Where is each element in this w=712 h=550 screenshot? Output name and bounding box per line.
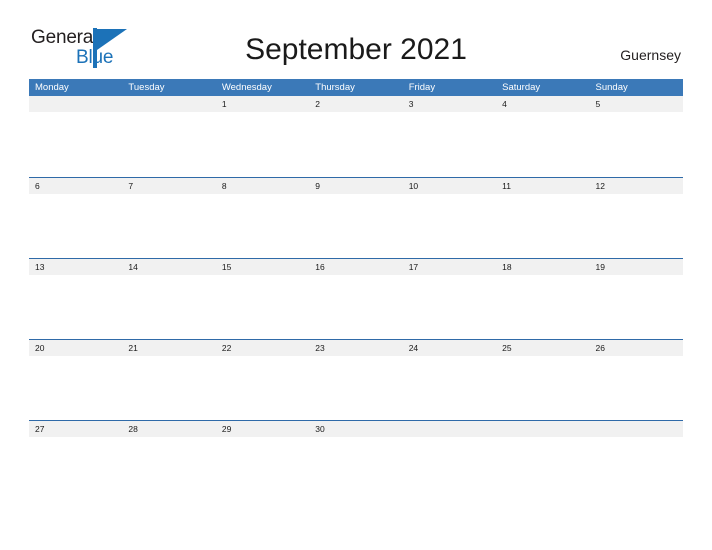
day-cell[interactable]: 4	[496, 96, 589, 112]
day-cell[interactable]: 29	[216, 421, 309, 437]
week-notes-area[interactable]	[29, 275, 683, 339]
week-notes-area[interactable]	[29, 437, 683, 501]
day-cell[interactable]: 30	[309, 421, 402, 437]
day-cell[interactable]: 5	[590, 96, 683, 112]
day-cell[interactable]: 12	[590, 178, 683, 194]
week-notes-area[interactable]	[29, 194, 683, 258]
day-cell[interactable]: 16	[309, 259, 402, 275]
day-cell[interactable]: 6	[29, 178, 122, 194]
day-cell[interactable]: 25	[496, 340, 589, 356]
calendar-grid: Monday Tuesday Wednesday Thursday Friday…	[29, 79, 683, 501]
date-strip: 27 28 29 30	[29, 420, 683, 437]
week-row: 27 28 29 30	[29, 420, 683, 501]
day-cell[interactable]: 13	[29, 259, 122, 275]
day-cell[interactable]: 19	[590, 259, 683, 275]
day-cell[interactable]: 24	[403, 340, 496, 356]
week-notes-area[interactable]	[29, 356, 683, 420]
day-cell[interactable]: 15	[216, 259, 309, 275]
date-strip: 6 7 8 9 10 11 12	[29, 177, 683, 194]
day-cell[interactable]	[403, 421, 496, 437]
day-cell[interactable]	[122, 96, 215, 112]
day-cell[interactable]: 27	[29, 421, 122, 437]
week-row: 1 2 3 4 5	[29, 96, 683, 177]
day-cell[interactable]: 17	[403, 259, 496, 275]
week-row: 20 21 22 23 24 25 26	[29, 339, 683, 420]
day-cell[interactable]	[496, 421, 589, 437]
day-cell[interactable]: 23	[309, 340, 402, 356]
day-cell[interactable]: 28	[122, 421, 215, 437]
day-cell[interactable]: 20	[29, 340, 122, 356]
weekday-header-wednesday: Wednesday	[221, 82, 272, 93]
date-strip: 20 21 22 23 24 25 26	[29, 339, 683, 356]
page-header: General Blue September 2021 Guernsey	[0, 0, 712, 76]
date-strip: 1 2 3 4 5	[29, 96, 683, 112]
day-cell[interactable]: 14	[122, 259, 215, 275]
day-cell[interactable]: 3	[403, 96, 496, 112]
calendar-page: General Blue September 2021 Guernsey Mon…	[0, 0, 712, 550]
weekday-header-row: Monday Tuesday Wednesday Thursday Friday…	[29, 79, 683, 96]
day-cell[interactable]: 8	[216, 178, 309, 194]
locale-label: Guernsey	[620, 47, 681, 63]
day-cell[interactable]: 1	[216, 96, 309, 112]
day-cell[interactable]: 2	[309, 96, 402, 112]
week-row: 6 7 8 9 10 11 12	[29, 177, 683, 258]
day-cell[interactable]: 26	[590, 340, 683, 356]
week-row: 13 14 15 16 17 18 19	[29, 258, 683, 339]
day-cell[interactable]: 9	[309, 178, 402, 194]
weekday-header-saturday: Saturday	[502, 82, 541, 93]
weekday-header-friday: Friday	[408, 82, 436, 93]
day-cell[interactable]: 11	[496, 178, 589, 194]
day-cell[interactable]	[29, 96, 122, 112]
weekday-header-tuesday: Tuesday	[128, 82, 165, 93]
day-cell[interactable]: 7	[122, 178, 215, 194]
day-cell[interactable]: 18	[496, 259, 589, 275]
weekday-header-sunday: Sunday	[595, 82, 628, 93]
day-cell[interactable]: 10	[403, 178, 496, 194]
page-title: September 2021	[245, 33, 467, 66]
day-cell[interactable]: 22	[216, 340, 309, 356]
date-strip: 13 14 15 16 17 18 19	[29, 258, 683, 275]
weekday-header-thursday: Thursday	[315, 82, 355, 93]
day-cell[interactable]	[590, 421, 683, 437]
week-notes-area[interactable]	[29, 112, 683, 176]
weekday-header-monday: Monday	[35, 82, 69, 93]
day-cell[interactable]: 21	[122, 340, 215, 356]
